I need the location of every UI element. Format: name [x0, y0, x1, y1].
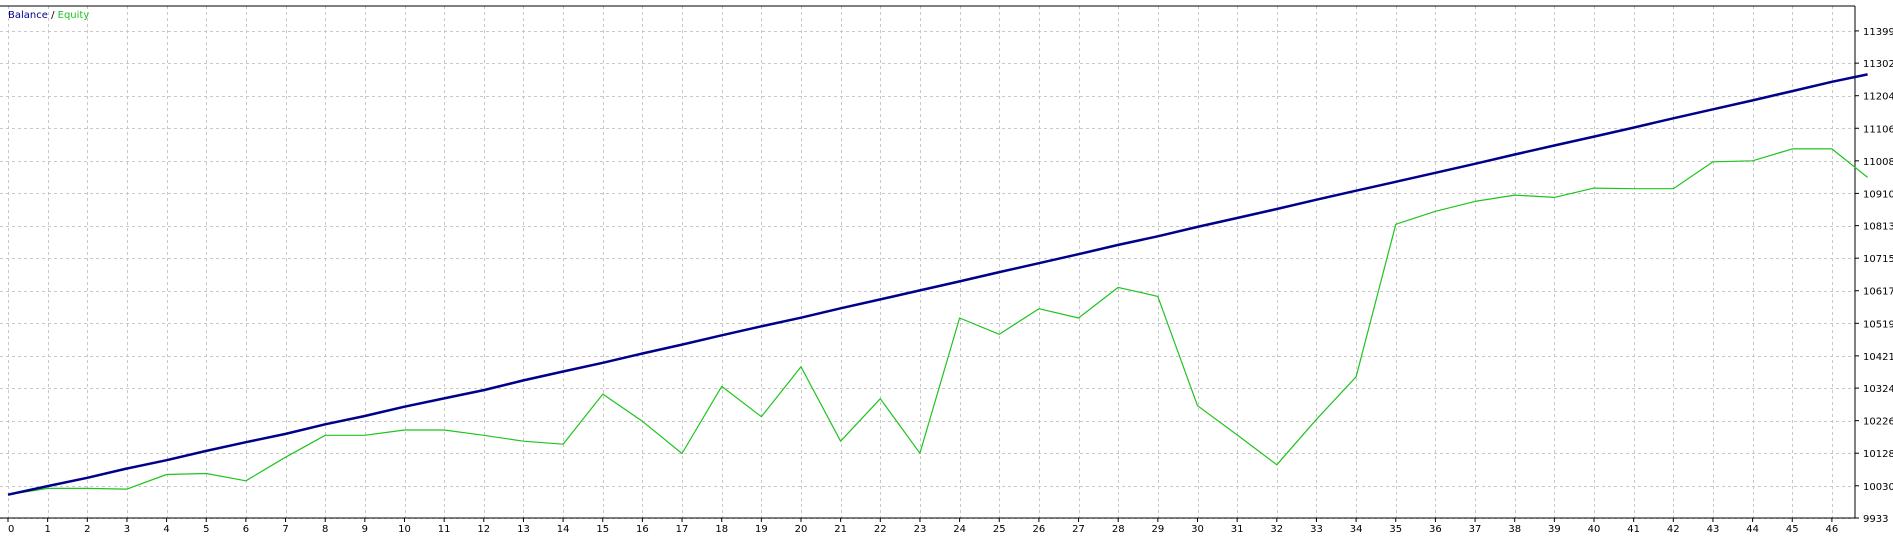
y-tick-label: 10421: [1863, 352, 1893, 363]
x-tick-label: 10: [398, 524, 411, 535]
x-tick-label: 22: [874, 524, 887, 535]
x-tick-label: 5: [203, 524, 209, 535]
x-tick-label: 35: [1389, 524, 1402, 535]
x-tick-label: 41: [1627, 524, 1640, 535]
y-tick-label: 11302: [1863, 59, 1893, 70]
x-tick-label: 4: [163, 524, 169, 535]
x-tick-label: 19: [755, 524, 768, 535]
x-tick-label: 30: [1191, 524, 1204, 535]
x-tick-label: 24: [953, 524, 966, 535]
y-tick-label: 10324: [1863, 384, 1893, 395]
y-tick-label: 9933: [1863, 514, 1888, 525]
legend-balance-label: Balance: [8, 10, 48, 21]
legend-equity-label: Equity: [57, 10, 90, 21]
y-tick-label: 10519: [1863, 319, 1893, 330]
x-tick-label: 39: [1548, 524, 1561, 535]
y-tick-label: 11204: [1863, 92, 1893, 103]
y-tick-label: 10617: [1863, 287, 1893, 298]
x-tick-label: 14: [557, 524, 570, 535]
x-tick-label: 12: [477, 524, 490, 535]
x-tick-label: 13: [517, 524, 530, 535]
x-tick-label: 31: [1231, 524, 1244, 535]
x-tick-label: 29: [1151, 524, 1164, 535]
y-tick-label: 10813: [1863, 222, 1893, 233]
x-tick-label: 3: [124, 524, 130, 535]
x-tick-label: 2: [84, 524, 90, 535]
x-tick-label: 34: [1350, 524, 1363, 535]
x-tick-label: 38: [1508, 524, 1521, 535]
x-tick-label: 16: [636, 524, 649, 535]
x-tick-label: 6: [243, 524, 249, 535]
y-tick-label: 11106: [1863, 124, 1893, 135]
x-tick-label: 23: [914, 524, 927, 535]
y-tick-label: 10910: [1863, 189, 1893, 200]
y-tick-label: 10226: [1863, 417, 1893, 428]
y-tick-label: 11008: [1863, 157, 1893, 168]
x-tick-label: 11: [438, 524, 451, 535]
x-tick-label: 37: [1469, 524, 1482, 535]
x-tick-label: 26: [1033, 524, 1046, 535]
chart-legend: Balance / Equity: [8, 10, 89, 21]
x-tick-label: 17: [676, 524, 689, 535]
x-tick-label: 33: [1310, 524, 1323, 535]
y-tick-label: 10030: [1863, 482, 1893, 493]
legend-separator: /: [47, 10, 58, 21]
plot-frame: [0, 5, 1856, 519]
x-tick-label: 44: [1746, 524, 1759, 535]
y-tick-label: 10128: [1863, 449, 1893, 460]
x-tick-label: 42: [1667, 524, 1680, 535]
x-axis-ticks: 0 1 2 3 4 5 6 7 8 9 10 11 12 13 14 15 16 17 18 19 20 21 22 23 24…: [7, 518, 1839, 535]
x-tick-label: 7: [282, 524, 288, 535]
x-tick-label: 25: [993, 524, 1006, 535]
x-tick-label: 8: [322, 524, 328, 535]
x-tick-label: 15: [596, 524, 609, 535]
y-tick-label: 10715: [1863, 254, 1893, 265]
x-tick-label: 43: [1707, 524, 1720, 535]
x-tick-label: 28: [1112, 524, 1125, 535]
y-axis-ticks: 9933 10030 10128 10226 10324 10421 10519 10617 1…: [1855, 27, 1893, 525]
x-tick-label: 40: [1588, 524, 1601, 535]
x-tick-label: 46: [1826, 524, 1839, 535]
y-tick-label: 11399: [1863, 27, 1893, 38]
grid-lines: [0, 6, 1855, 519]
x-tick-label: 20: [795, 524, 808, 535]
x-tick-label: 45: [1786, 524, 1799, 535]
x-tick-label: 36: [1429, 524, 1442, 535]
x-tick-label: 1: [44, 524, 50, 535]
x-tick-label: 18: [715, 524, 728, 535]
x-tick-label: 32: [1270, 524, 1283, 535]
x-tick-label: 9: [362, 524, 368, 535]
x-tick-label: 0: [8, 524, 14, 535]
balance-equity-chart: 9933100301012810226103241042110519106171…: [0, 5, 1893, 535]
x-tick-label: 27: [1072, 524, 1085, 535]
x-tick-label: 21: [834, 524, 847, 535]
